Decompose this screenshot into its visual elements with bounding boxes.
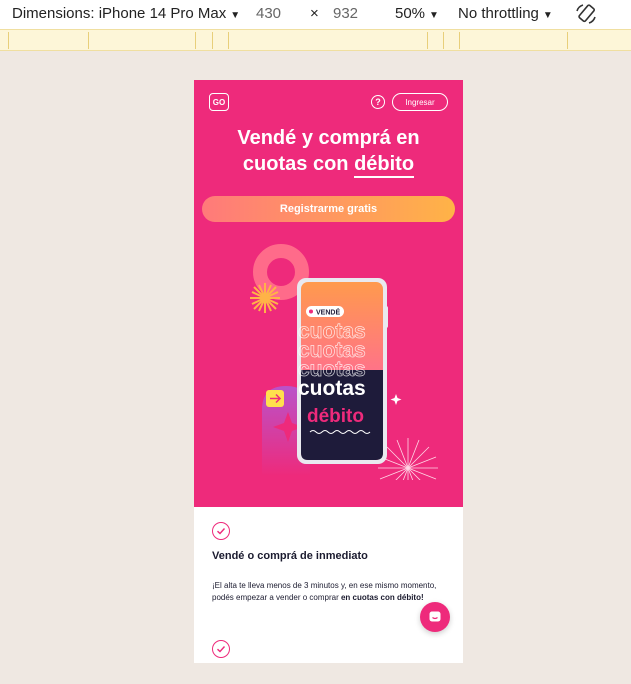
login-button[interactable]: Ingresar <box>392 93 448 111</box>
media-query-ruler <box>0 29 631 51</box>
phone-main-word: cuotas <box>298 377 366 400</box>
check-circle-icon <box>212 522 230 540</box>
chat-button[interactable] <box>420 602 450 632</box>
help-icon[interactable]: ? <box>371 95 385 109</box>
headline-line-2: cuotas con débito <box>194 151 463 178</box>
zoom-select[interactable]: 50% ▼ <box>395 5 439 22</box>
device-dimensions-label: Dimensions: iPhone 14 Pro Max <box>12 5 227 22</box>
headline-underlined-word: débito <box>354 153 415 178</box>
caret-down-icon: ▼ <box>230 10 241 21</box>
rotate-icon[interactable] <box>574 2 598 26</box>
headline-text: cuotas con <box>242 153 355 175</box>
device-viewport: GO ? Ingresar Vendé y comprá en cuotas c… <box>194 80 463 663</box>
device-dimensions-select[interactable]: Dimensions: iPhone 14 Pro Max ▼ <box>12 5 240 22</box>
feature-description: ¡El alta te lleva menos de 3 minutos y, … <box>212 580 447 604</box>
feature-title: Vendé o comprá de inmediato <box>212 550 368 562</box>
height-input[interactable]: 932 <box>333 5 358 22</box>
times-symbol: × <box>310 5 319 22</box>
width-input[interactable]: 430 <box>256 5 281 22</box>
devtools-toolbar: Dimensions: iPhone 14 Pro Max ▼ 430 × 932… <box>0 0 631 29</box>
phone-accent-word: débito <box>307 406 364 427</box>
throttling-select[interactable]: No throttling ▼ <box>458 5 553 22</box>
hero-illustration: VENDÉ cuotas cuotas cuotas cuotas débito <box>250 244 438 480</box>
page-title: Vendé y comprá en cuotas con débito <box>194 125 463 178</box>
donut-shape <box>253 244 309 300</box>
register-button[interactable]: Registrarme gratis <box>202 196 455 222</box>
hero-section: GO ? Ingresar Vendé y comprá en cuotas c… <box>194 80 463 507</box>
phone-badge-text: VENDÉ <box>316 308 340 317</box>
check-circle-icon <box>212 640 230 658</box>
phone-mockup: VENDÉ cuotas cuotas cuotas cuotas débito <box>297 278 388 464</box>
zoom-value: 50% <box>395 5 426 22</box>
caret-down-icon: ▼ <box>542 10 553 21</box>
throttling-value: No throttling <box>458 5 539 22</box>
caret-down-icon: ▼ <box>429 10 439 21</box>
feature-description-bold: en cuotas con débito! <box>340 593 424 602</box>
headline-line-1: Vendé y comprá en <box>237 127 420 149</box>
chat-icon <box>429 611 441 622</box>
go-logo[interactable]: GO <box>209 93 229 111</box>
